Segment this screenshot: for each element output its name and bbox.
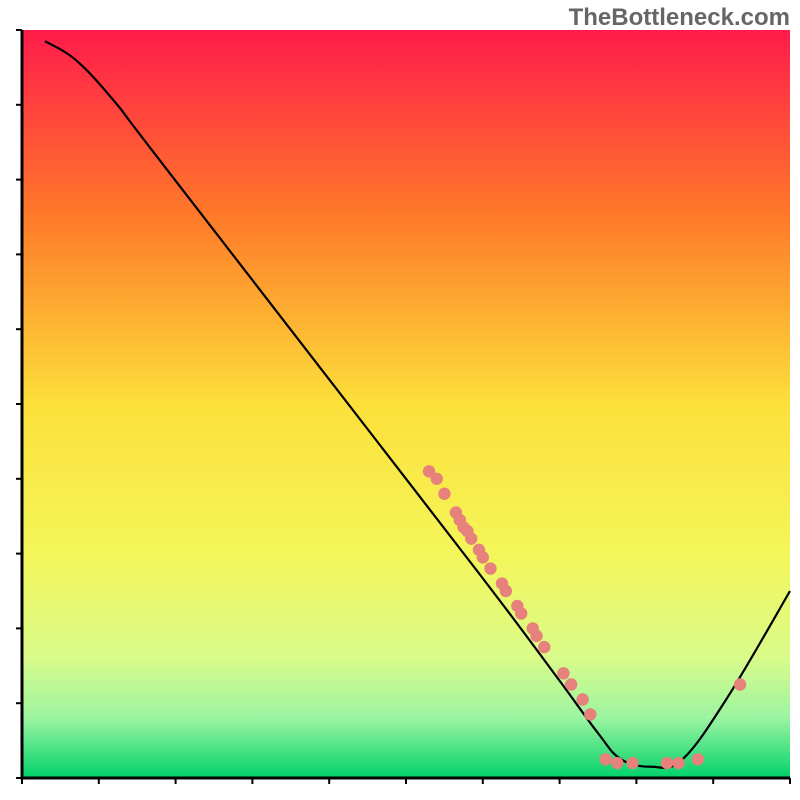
data-point <box>500 585 512 597</box>
watermark-text: TheBottleneck.com <box>569 4 790 32</box>
data-point <box>661 757 673 769</box>
data-point <box>515 607 527 619</box>
plot-background <box>22 30 790 778</box>
data-point <box>557 667 569 679</box>
data-point <box>538 641 550 653</box>
data-point <box>584 708 596 720</box>
chart-container: TheBottleneck.com <box>0 0 800 800</box>
data-point <box>431 473 443 485</box>
data-point <box>672 757 684 769</box>
data-point <box>734 678 746 690</box>
bottleneck-chart <box>0 0 800 800</box>
data-point <box>565 678 577 690</box>
data-point <box>626 757 638 769</box>
data-point <box>692 753 704 765</box>
data-point <box>438 488 450 500</box>
data-point <box>576 693 588 705</box>
data-point <box>599 753 611 765</box>
data-point <box>477 551 489 563</box>
data-point <box>611 757 623 769</box>
data-point <box>465 532 477 544</box>
data-point <box>530 630 542 642</box>
data-point <box>484 562 496 574</box>
